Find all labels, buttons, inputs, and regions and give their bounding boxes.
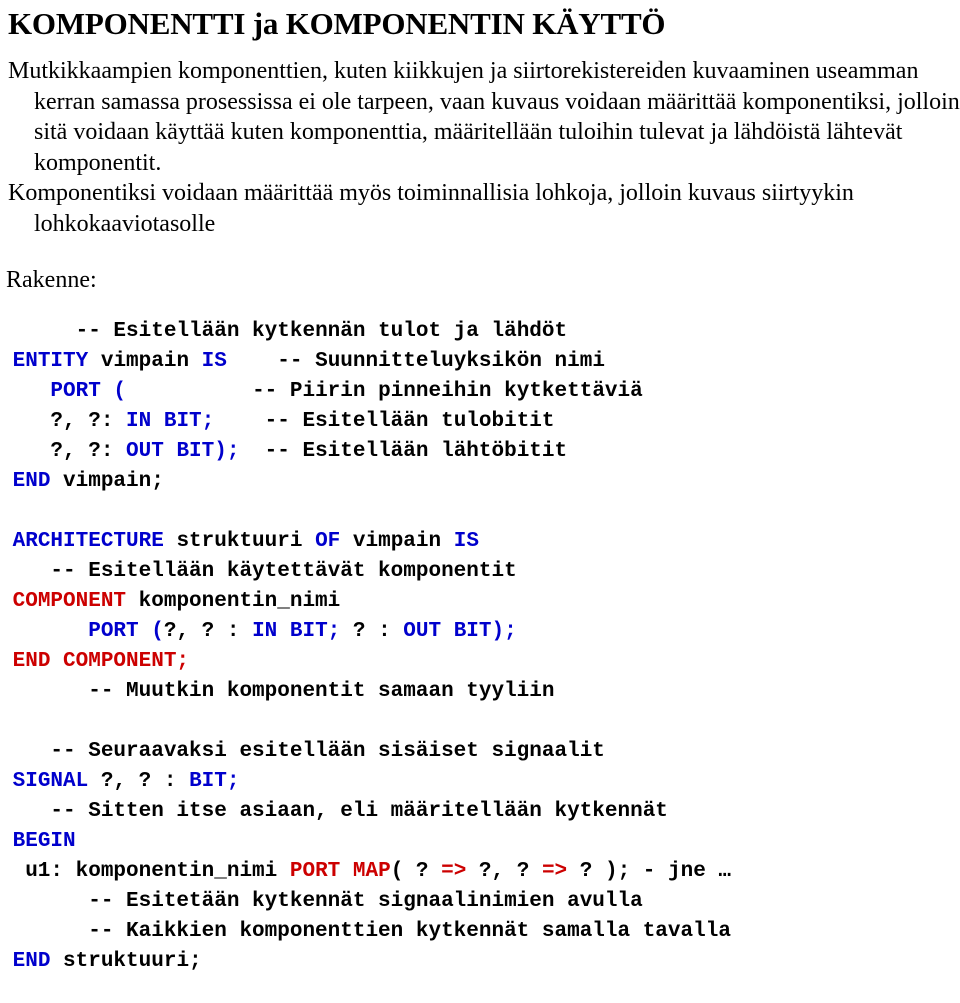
prose-code-gap xyxy=(0,239,960,265)
code-line: u1: komponentin_nimi PORT MAP( ? => ?, ?… xyxy=(0,857,960,887)
code-token: IS xyxy=(201,350,227,373)
code-token: vimpain xyxy=(340,530,454,553)
intro-prose: Mutkikkaampien komponenttien, kuten kiik… xyxy=(0,56,960,239)
code-line: -- Esitetään kytkennät signaalinimien av… xyxy=(0,887,960,917)
code-line: END COMPONENT; xyxy=(0,647,960,677)
code-token: END xyxy=(12,950,51,973)
code-token: -- Esitellään tulobitit xyxy=(214,410,555,433)
paragraph-2: Komponentiksi voidaan määrittää myös toi… xyxy=(8,180,854,237)
code-token: vimpain xyxy=(88,350,202,373)
paragraph-1: Mutkikkaampien komponenttien, kuten kiik… xyxy=(8,58,960,176)
code-token: ARCHITECTURE xyxy=(12,530,164,553)
code-line: ?, ?: OUT BIT); -- Esitellään lähtöbitit xyxy=(0,437,960,467)
code-token: ? : xyxy=(340,620,404,643)
page-title: KOMPONENTTI ja KOMPONENTIN KÄYTTÖ xyxy=(8,6,666,41)
code-token: => xyxy=(541,860,568,883)
code-token: ?, ?: xyxy=(0,410,127,433)
code-line: END vimpain; xyxy=(0,467,960,497)
code-token: IN BIT; xyxy=(252,620,341,643)
code-token: komponentin_nimi xyxy=(126,590,341,613)
code-token: -- Muutkin komponentit samaan tyyliin xyxy=(0,680,555,703)
code-token: OUT BIT); xyxy=(126,440,240,463)
code-token: => xyxy=(441,860,467,883)
code-line: END struktuuri; xyxy=(0,947,960,977)
code-token: ? ); - jne … xyxy=(567,860,731,883)
code-line: BEGIN xyxy=(0,827,960,857)
code-line: ?, ?: IN BIT; -- Esitellään tulobitit xyxy=(0,407,960,437)
code-token: PORT ( xyxy=(88,620,164,643)
code-token: struktuuri xyxy=(163,530,316,553)
code-token: IN BIT; xyxy=(126,410,215,433)
code-token: BEGIN xyxy=(12,830,76,853)
code-token: struktuuri; xyxy=(50,950,202,973)
code-token: ?, ? xyxy=(466,860,542,883)
code-token: -- Sitten itse asiaan, eli määritellään … xyxy=(0,800,668,823)
code-token: OF xyxy=(315,530,341,553)
code-line: -- Muutkin komponentit samaan tyyliin xyxy=(0,677,960,707)
code-token: ?, ? : xyxy=(88,770,190,793)
code-line: PORT (?, ? : IN BIT; ? : OUT BIT); xyxy=(0,617,960,647)
code-token: -- Kaikkien komponenttien kytkennät sama… xyxy=(0,920,731,943)
code-line: ENTITY vimpain IS -- Suunnitteluyksikön … xyxy=(0,347,960,377)
code-token: u1: komponentin_nimi xyxy=(0,860,290,883)
code-token: ?, ? : xyxy=(163,620,253,643)
vhdl-code-block: -- Esitellään kytkennän tulot ja lähdöt … xyxy=(0,317,960,977)
code-line: -- Seuraavaksi esitellään sisäiset signa… xyxy=(0,737,960,767)
code-line: -- Esitellään kytkennän tulot ja lähdöt xyxy=(0,317,960,347)
code-line: PORT ( -- Piirin pinneihin kytkettäviä xyxy=(0,377,960,407)
code-token: COMPONENT xyxy=(12,590,127,613)
code-token: -- Suunnitteluyksikön nimi xyxy=(226,350,605,373)
code-token: vimpain; xyxy=(50,470,164,493)
code-token: ENTITY xyxy=(12,350,89,373)
code-token: SIGNAL xyxy=(12,770,89,793)
code-line: -- Esitellään käytettävät komponentit xyxy=(0,557,960,587)
code-line: COMPONENT komponentin_nimi xyxy=(0,587,960,617)
code-token: IS xyxy=(453,530,479,553)
code-token: -- Esitellään kytkennän tulot ja lähdöt xyxy=(75,320,568,343)
code-token: PORT ( xyxy=(50,380,127,403)
slide-page: KOMPONENTTI ja KOMPONENTIN KÄYTTÖ Mutkik… xyxy=(0,6,960,1003)
code-token: -- Piirin pinneihin kytkettäviä xyxy=(126,380,643,403)
code-token: END xyxy=(12,470,51,493)
code-line: SIGNAL ?, ? : BIT; xyxy=(0,767,960,797)
code-line: -- Sitten itse asiaan, eli määritellään … xyxy=(0,797,960,827)
code-token: PORT MAP xyxy=(289,860,391,883)
code-token: -- Esitetään kytkennät signaalinimien av… xyxy=(0,890,643,913)
code-token: -- Esitellään lähtöbitit xyxy=(239,440,568,463)
code-token: -- Esitellään käytettävät komponentit xyxy=(0,560,517,583)
section-label-rakenne: Rakenne: xyxy=(6,267,97,293)
code-token: OUT BIT); xyxy=(403,620,517,643)
code-line: ARCHITECTURE struktuuri OF vimpain IS xyxy=(0,527,960,557)
code-token: ?, ?: xyxy=(0,440,127,463)
code-token: ( ? xyxy=(390,860,442,883)
code-token: END COMPONENT; xyxy=(12,650,190,673)
code-line: -- Kaikkien komponenttien kytkennät sama… xyxy=(0,917,960,947)
code-token: -- Seuraavaksi esitellään sisäiset signa… xyxy=(0,740,605,763)
code-token: BIT; xyxy=(189,770,240,793)
